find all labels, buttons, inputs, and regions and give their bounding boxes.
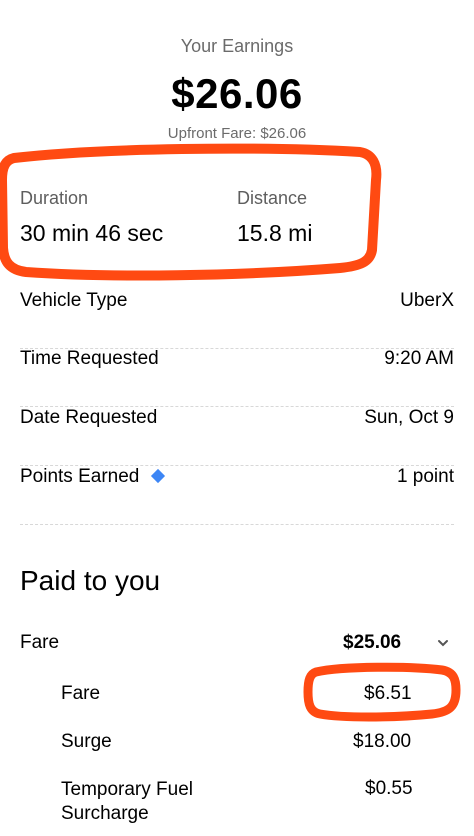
points-earned-label: Points Earned	[20, 466, 166, 488]
fare-label: Fare	[20, 632, 60, 653]
row-date-requested: Date Requested Sun, Oct 9	[20, 407, 454, 466]
earnings-amount: $26.06	[171, 70, 303, 117]
points-earned-value: 1 point	[396, 466, 454, 487]
date-requested-label: Date Requested	[20, 407, 158, 428]
annotation-circle-stats	[0, 143, 382, 281]
breakdown-fare-value: $6.51	[364, 683, 412, 704]
points-earned-text: Points Earned	[20, 466, 140, 487]
breakdown-fuel-value: $0.55	[365, 778, 413, 799]
breakdown-fare-label: Fare	[61, 683, 101, 704]
row-vehicle-type: Vehicle Type UberX	[20, 290, 454, 349]
diamond-icon	[151, 468, 166, 484]
vehicle-type-label: Vehicle Type	[20, 290, 128, 311]
distance-value: 15.8 mi	[237, 220, 313, 246]
vehicle-type-value: UberX	[400, 290, 454, 311]
duration-label: Duration	[20, 188, 89, 208]
row-time-requested: Time Requested 9:20 AM	[20, 348, 454, 407]
breakdown-surge-label: Surge	[61, 731, 112, 752]
row-points-earned: Points Earned 1 point	[20, 466, 454, 525]
paid-to-you-heading: Paid to you	[20, 565, 161, 596]
your-earnings-label: Your Earnings	[180, 36, 294, 56]
breakdown-surge-value: $18.00	[353, 731, 412, 752]
chevron-down-icon[interactable]	[436, 636, 450, 655]
distance-label: Distance	[237, 188, 308, 208]
fare-total[interactable]: $25.06	[343, 632, 401, 654]
time-requested-label: Time Requested	[20, 348, 159, 369]
time-requested-value: 9:20 AM	[384, 348, 454, 369]
row-divider	[20, 524, 454, 525]
breakdown-fuel-label: Temporary Fuel Surcharge	[61, 779, 193, 824]
duration-value: 30 min 46 sec	[20, 220, 164, 246]
date-requested-value: Sun, Oct 9	[364, 407, 454, 428]
